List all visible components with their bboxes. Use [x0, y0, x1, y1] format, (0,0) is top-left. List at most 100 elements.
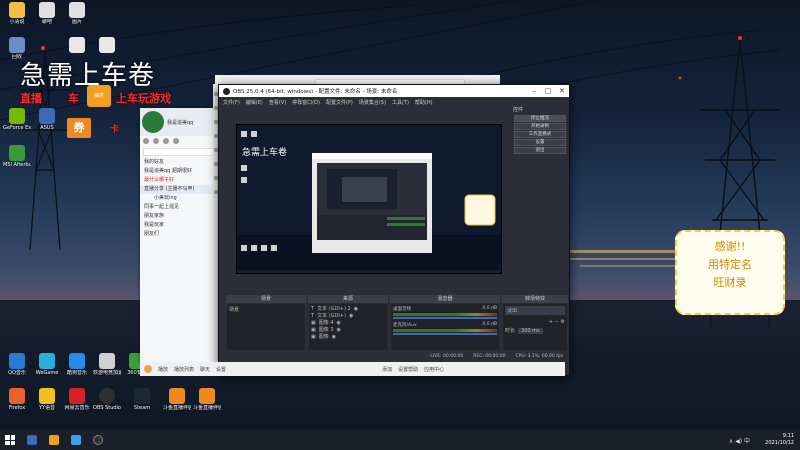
desktop-icon-msi-afterburner[interactable]: MSI Afterburner [3, 145, 31, 168]
apps-icon[interactable] [173, 138, 179, 144]
eye-icon[interactable]: ◉ [337, 320, 341, 327]
menu-scene-collection[interactable]: 场景集合(S) [359, 99, 386, 106]
group-icon[interactable] [163, 138, 169, 144]
bar-item[interactable]: 播放列表 [174, 366, 194, 373]
desktop-icon-file-a[interactable] [63, 37, 91, 54]
source-item[interactable]: T 文本 (GDI+) ◉ [311, 313, 385, 320]
browser-icon[interactable] [71, 435, 81, 445]
close-button[interactable]: ✕ [555, 85, 569, 97]
menu-help[interactable]: 帮助(H) [415, 99, 433, 106]
bar-item[interactable]: 应用中心 [424, 366, 444, 373]
dock-icon[interactable] [213, 134, 218, 138]
clock[interactable]: 9:11 2021/10/12 [765, 433, 794, 447]
list-item[interactable]: 朋友家族 [140, 212, 222, 221]
list-item[interactable]: 最什么哪子好 [140, 176, 222, 185]
eye-icon[interactable]: ◉ [337, 327, 341, 334]
transition-select[interactable]: 淡出 [505, 306, 565, 315]
avatar[interactable] [142, 111, 164, 133]
list-item[interactable]: 小美玩ing [140, 194, 222, 203]
exit-button[interactable]: 退出 [514, 147, 566, 154]
system-tray-icons[interactable]: ∧ ◀) 中 [729, 436, 750, 445]
desktop-icon-geforce[interactable]: GeForce Experience [3, 108, 31, 131]
dock-icon[interactable] [213, 106, 218, 110]
desktop-icon-asus[interactable]: ASUS [33, 108, 61, 131]
source-item[interactable]: ▣ 图像 4 ◉ [311, 320, 385, 327]
desktop-icon-firefox[interactable]: Firefox [3, 388, 31, 411]
source-item[interactable]: ▣ 图像 ◉ [311, 334, 385, 341]
eye-icon[interactable]: ◉ [332, 334, 336, 341]
desktop-icon-netease-music[interactable]: 网易云音乐 [63, 388, 91, 411]
duration-input[interactable]: 300 ms [518, 327, 543, 334]
desktop-icon-kugou[interactable]: 酷狗音乐 [63, 353, 91, 376]
obs-titlebar[interactable]: OBS 25.0.4 (64-bit, windows) - 配置文件: 未命名… [219, 85, 569, 97]
desktop-icon-liaoba[interactable]: 聊吧 [33, 2, 61, 25]
studio-mode-button[interactable]: 工作室模式 [514, 131, 566, 138]
remove-icon[interactable]: − [555, 319, 559, 325]
dock-icon[interactable] [213, 176, 218, 180]
eye-icon[interactable]: ◉ [354, 306, 358, 313]
add-icon[interactable]: + [549, 319, 553, 325]
minimize-button[interactable]: – [527, 85, 541, 97]
dock-icon[interactable] [213, 92, 218, 96]
list-item[interactable]: 朋友们 [140, 230, 222, 239]
menu-edit[interactable]: 编辑(E) [246, 99, 263, 106]
kugou-icon [69, 353, 85, 369]
scene-item[interactable]: 场景 [229, 306, 303, 313]
menu-view[interactable]: 查看(V) [269, 99, 286, 106]
menu-tools[interactable]: 工具(T) [392, 99, 409, 106]
contacts-icon[interactable] [153, 138, 159, 144]
stop-streaming-button[interactable]: 停止推流 [514, 115, 566, 122]
bar-item[interactable]: 播放 [158, 366, 168, 373]
dock-icon[interactable] [213, 148, 218, 152]
message-icon[interactable] [143, 138, 149, 144]
desktop-icon-xiaoqingshuo[interactable]: 小清说 [3, 2, 31, 25]
desktop-icon-accelerator[interactable]: 欢游电竞加速器 [93, 353, 121, 376]
obs-preview-canvas[interactable]: 急需上车卷 [236, 124, 502, 274]
menu-file[interactable]: 文件(F) [223, 99, 240, 106]
desktop-icon-yy[interactable]: YY语音 [33, 388, 61, 411]
desktop-icon-obs[interactable]: OBS Studio [93, 388, 121, 411]
eye-icon[interactable]: ◉ [349, 313, 353, 320]
taskview-icon[interactable] [27, 435, 37, 445]
qq-search-input[interactable] [143, 148, 219, 156]
desktop-icon-file-b[interactable] [93, 37, 121, 54]
ime-indicator[interactable]: 中 [744, 438, 750, 445]
dock-icon[interactable] [213, 162, 218, 166]
menu-docks[interactable]: 停靠窗口(D) [292, 99, 320, 106]
source-item[interactable]: T 文本 (GDI+) 2 ◉ [311, 306, 385, 313]
desktop-icon-pictures[interactable]: 图片 [63, 2, 91, 25]
list-item[interactable]: 直播分享 (主播不马甲) [140, 185, 222, 194]
dock-icon[interactable] [213, 190, 218, 194]
obs-icon[interactable] [93, 435, 103, 445]
desktop-icon-wegame[interactable]: WeGame [33, 353, 61, 376]
source-item[interactable]: ▣ 图像 3 ◉ [311, 327, 385, 334]
menu-profile[interactable]: 配置文件(P) [326, 99, 353, 106]
start-recording-button[interactable]: 开始录制 [514, 123, 566, 130]
volume-slider[interactable] [393, 317, 497, 319]
desktop-icon-douyu-a[interactable]: 斗鱼直播伴侣 [163, 388, 191, 411]
avatar[interactable] [144, 365, 152, 373]
desktop-icon-qqmusic[interactable]: QQ音乐 [3, 353, 31, 376]
maximize-button[interactable]: □ [541, 85, 555, 97]
bar-item[interactable]: 聊天 [200, 366, 210, 373]
bar-item[interactable]: 添加 [382, 366, 392, 373]
volume-slider[interactable] [393, 333, 497, 335]
list-item[interactable]: 我是追美qq 超期很好 [140, 167, 222, 176]
clock-time: 9:11 [782, 433, 794, 439]
desktop-icon-steam[interactable]: Steam [128, 388, 156, 411]
settings-button[interactable]: 设置 [514, 139, 566, 146]
bar-item[interactable]: 设置 [216, 366, 226, 373]
volume-icon[interactable]: ◀) [735, 438, 742, 445]
dock-icon[interactable] [213, 120, 218, 124]
bar-item[interactable]: 设置帮助 [398, 366, 418, 373]
app-icon[interactable] [49, 435, 59, 445]
list-item[interactable]: 同事一起上混见 [140, 203, 222, 212]
list-item[interactable]: 我是玩家 [140, 221, 222, 230]
desktop-icon-douyu-b[interactable]: 斗鱼直播伴侣 [193, 388, 221, 411]
thanks-sticker: 感谢!! 用特定名 旺财录 [675, 230, 785, 315]
list-item[interactable]: 我的好友 [140, 158, 222, 167]
qq-panel[interactable]: 我是追美qq 我的好友 我是追美qq 超期很好 最什么哪子好 直播分享 (主播不… [140, 108, 222, 363]
chevron-up-icon[interactable]: ∧ [729, 438, 733, 445]
gear-icon[interactable]: ⚙ [561, 319, 565, 325]
windows-start-icon[interactable] [5, 435, 15, 445]
